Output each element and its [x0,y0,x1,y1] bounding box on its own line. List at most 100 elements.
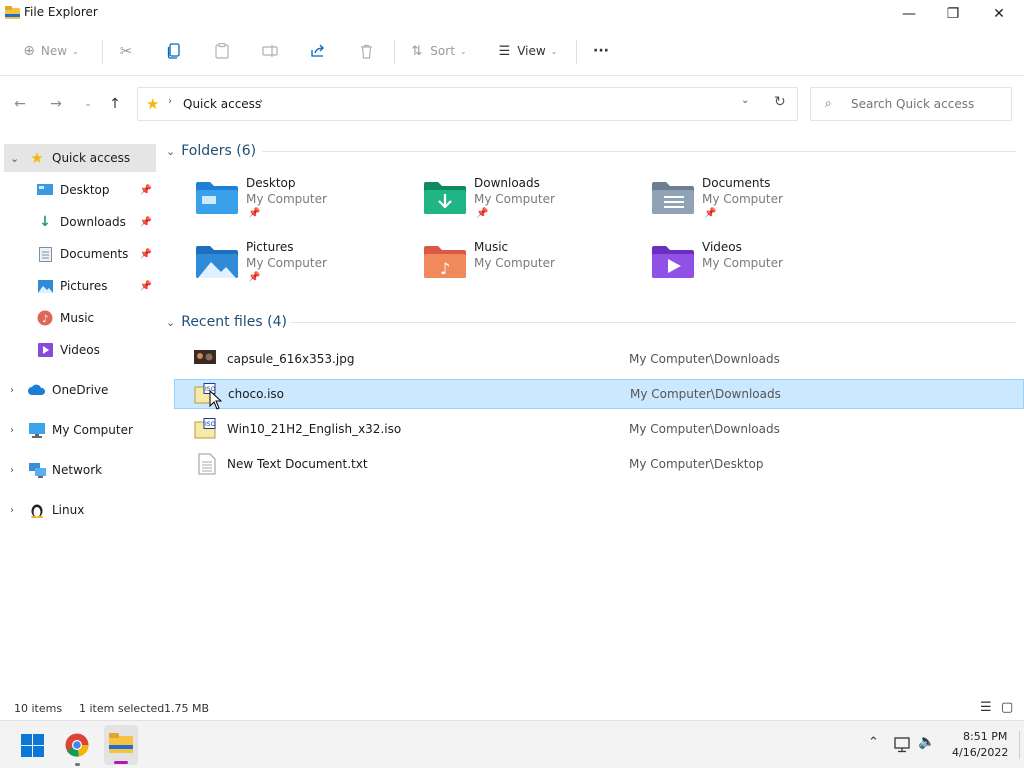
chevron-right-icon[interactable]: › [10,425,14,436]
clipboard-icon [215,43,229,59]
file-name: choco.iso [228,387,285,401]
recent-section-toggle[interactable]: ⌄ Recent files (4) [166,314,287,330]
refresh-icon[interactable]: ↻ [774,94,786,110]
breadcrumb-quick-access[interactable]: Quick access [183,97,261,111]
folder-downloads[interactable]: Downloads My Computer 📌 [424,176,644,232]
recent-locations-button[interactable]: ⌄ [76,92,100,116]
navigation-pane: ⌄ ★ Quick access Desktop 📌 ↓ Downloads 📌… [0,140,158,700]
delete-button[interactable] [352,36,380,66]
search-box[interactable]: ⌕ [810,87,1012,121]
sidebar-item-label: Downloads [60,215,126,229]
running-indicator [75,763,80,766]
sidebar-item-desktop[interactable]: Desktop 📌 [4,176,156,204]
sidebar-item-label: Documents [60,247,129,261]
chevron-right-icon[interactable]: › [10,465,14,476]
folders-section-toggle[interactable]: ⌄ Folders (6) [166,143,256,159]
file-row-new-text-document[interactable]: New Text Document.txt My Computer\Deskto… [174,449,1024,479]
sidebar-item-videos[interactable]: Videos [4,336,156,364]
music-folder-icon: ♪ [424,246,466,278]
svg-text:ISO: ISO [205,421,216,428]
copy-icon [167,43,180,59]
new-label: New [40,44,68,58]
chevron-up-icon[interactable]: ⌃ [868,735,879,750]
cloud-icon [28,381,46,399]
forward-button[interactable]: → [44,92,68,116]
chevron-down-icon: ⌄ [84,99,92,109]
sidebar-item-label: Quick access [52,151,131,165]
windows-start-icon[interactable] [21,734,44,757]
linux-icon [28,501,46,519]
paste-button[interactable] [208,36,236,66]
chevron-right-icon[interactable]: › [10,385,14,396]
close-button[interactable]: ✕ [976,0,1022,28]
folder-documents[interactable]: Documents My Computer 📌 [652,176,872,232]
folder-pictures[interactable]: Pictures My Computer 📌 [196,240,416,296]
svg-text:♪: ♪ [42,314,48,325]
sidebar-item-onedrive[interactable]: › OneDrive [4,376,156,404]
folder-icon [109,733,133,753]
back-button[interactable]: ← [8,92,32,116]
search-icon: ⌕ [825,96,832,110]
sidebar-item-downloads[interactable]: ↓ Downloads 📌 [4,208,156,236]
image-file-icon [194,350,216,364]
sidebar-item-label: Linux [52,503,85,517]
file-row-win10-iso[interactable]: ISO Win10_21H2_English_x32.iso My Comput… [174,414,1024,444]
clock-date[interactable]: 4/16/2022 [952,746,1008,759]
arrow-up-icon: ↑ [109,96,121,112]
share-button[interactable] [304,36,332,66]
file-row-capsule-jpg[interactable]: capsule_616x353.jpg My Computer\Download… [174,344,1024,374]
sidebar-item-my-computer[interactable]: › My Computer [4,416,156,444]
chevron-down-icon[interactable]: ⌄ [10,152,19,165]
sidebar-item-music[interactable]: ♪ Music [4,304,156,332]
rename-icon [262,45,278,57]
folder-desktop[interactable]: Desktop My Computer 📌 [196,176,416,232]
maximize-button[interactable]: ❐ [930,0,976,28]
sidebar-item-documents[interactable]: Documents 📌 [4,240,156,268]
clock-time[interactable]: 8:51 PM [963,730,1007,743]
chevron-right-icon[interactable]: › [259,96,263,107]
folder-music[interactable]: ♪ Music My Computer [424,240,644,296]
section-divider [262,151,1016,152]
sidebar-item-quick-access[interactable]: ⌄ ★ Quick access [4,144,156,172]
address-history-dropdown[interactable]: ⌄ [741,95,749,106]
show-desktop-button[interactable] [1019,731,1020,759]
chevron-right-icon: › [168,96,172,107]
search-input[interactable] [851,97,1011,111]
chrome-icon[interactable] [65,733,89,757]
up-button[interactable]: ↑ [103,92,127,116]
file-explorer-taskbar-button[interactable] [104,725,138,765]
folder-name: Music [474,240,509,254]
tiles-view-icon[interactable]: ▢ [1001,700,1013,715]
sort-icon: ⇅ [411,43,423,59]
view-button[interactable]: ☰ View ⌄ [492,36,564,66]
downloads-folder-icon [424,182,466,214]
folder-videos[interactable]: Videos My Computer [652,240,872,296]
pin-icon: 📌 [139,184,152,196]
sidebar-item-pictures[interactable]: Pictures 📌 [4,272,156,300]
sort-label: Sort [430,44,455,58]
file-row-choco-iso[interactable]: ISO choco.iso My Computer\Downloads [174,379,1024,409]
pin-icon: 📌 [248,208,261,219]
network-status-icon[interactable] [894,737,912,753]
sort-button[interactable]: ⇅ Sort ⌄ [404,36,474,66]
volume-icon[interactable]: 🔈 [918,734,935,750]
taskbar: ⌃ 🔈 8:51 PM 4/16/2022 [0,720,1024,768]
copy-button[interactable] [160,36,188,66]
sidebar-item-network[interactable]: › Network [4,456,156,484]
sidebar-item-label: Videos [60,343,100,357]
cut-button[interactable]: ✂ [112,36,140,66]
chevron-right-icon[interactable]: › [10,505,14,516]
rename-button[interactable] [256,36,284,66]
address-bar[interactable]: ★ › Quick access › ⌄ ↻ [137,87,798,121]
folder-location: My Computer [474,256,555,270]
details-view-icon[interactable]: ☰ [980,700,992,715]
sidebar-item-linux[interactable]: › Linux [4,496,156,524]
active-indicator [114,761,128,764]
new-button[interactable]: ⊕ New ⌄ [16,36,86,66]
sidebar-item-label: Pictures [60,279,108,293]
more-options-button[interactable]: ··· [586,36,616,66]
title-bar: File Explorer — ❐ ✕ [0,0,1024,28]
minimize-button[interactable]: — [886,0,932,28]
star-icon: ★ [146,95,160,113]
file-name: Win10_21H2_English_x32.iso [227,422,402,436]
